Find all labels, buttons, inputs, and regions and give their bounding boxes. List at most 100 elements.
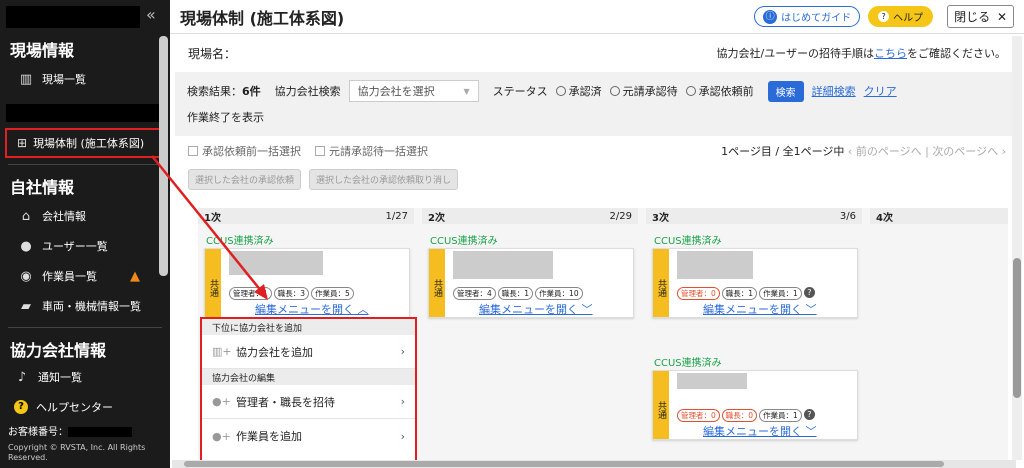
radio-icon: [685, 86, 696, 96]
close-icon: ✕: [996, 10, 1007, 24]
prev-page-link[interactable]: ‹ 前のページへ: [848, 145, 922, 158]
pager-text: 1ページ目 / 全1ページ中: [721, 145, 845, 158]
search-button[interactable]: 検索: [767, 80, 804, 102]
sidebar-item-help-center[interactable]: ? ヘルプセンター: [0, 392, 170, 422]
sidebar-item-notifications[interactable]: ♪ 通知一覧: [0, 362, 170, 392]
column-count: 1/27: [385, 210, 408, 222]
help-button-label: ヘルプ: [893, 13, 924, 24]
menu-item-label: 管理者・職長を招待: [236, 395, 335, 409]
edit-menu-toggle[interactable]: 編集メニューを開く ﹀: [703, 423, 817, 439]
redacted-bar: [6, 104, 162, 122]
member-counts: 管理者：0 職長：1 作業員：1 ?: [677, 287, 815, 300]
customer-number-label: お客様番号：: [8, 427, 68, 438]
user-icon: ●: [20, 238, 32, 254]
partner-select-placeholder: 協力会社を選択: [357, 85, 435, 98]
filter-row: 検索結果： 6件 協力会社検索 協力会社を選択 ▼ ステータス 承認済 元請承認…: [187, 78, 1003, 104]
add-worker-menu-item[interactable]: ●+ 作業員を追加 ›: [202, 419, 415, 453]
logo-redacted: [6, 6, 140, 28]
question-icon[interactable]: ?: [803, 409, 815, 420]
foreman-count: 職長：3: [273, 287, 310, 300]
request-approval-button[interactable]: 選択した会社の承認依頼: [188, 168, 302, 190]
status-radio-prime-waiting[interactable]: 元請承認待: [609, 83, 678, 99]
sidebar-item-label: 車両・機械情報一覧: [42, 300, 141, 313]
vertical-scrollbar[interactable]: [1012, 36, 1022, 460]
collapse-icon[interactable]: «: [146, 5, 156, 24]
next-page-link[interactable]: 次のページへ ›: [932, 145, 1006, 158]
invite-manager-menu-item[interactable]: ●+ 管理者・職長を招待 ›: [202, 385, 415, 419]
invite-link[interactable]: こちら: [874, 47, 907, 60]
edit-menu-toggle[interactable]: 編集メニューを開く ﹀: [479, 301, 593, 317]
org-chart-icon: ⊞: [17, 136, 28, 150]
sidebar-item-user-list[interactable]: ● ユーザー一覧: [0, 231, 170, 261]
edit-menu-label: 編集メニューを開く: [703, 425, 802, 438]
edit-menu-toggle[interactable]: 編集メニューを開く ︿: [255, 301, 369, 317]
horizontal-scrollbar[interactable]: [172, 460, 1016, 468]
question-icon[interactable]: ?: [803, 287, 815, 298]
result-count: 6件: [242, 85, 261, 98]
worker-icon: ◉: [20, 268, 32, 284]
guide-button[interactable]: ⓘ はじめてガイド: [754, 6, 861, 27]
help-icon: ?: [878, 11, 890, 22]
status-radio-approved[interactable]: 承認済: [555, 83, 602, 99]
shared-tag: 共通: [205, 249, 221, 317]
member-counts: 管理者：0 職長：0 作業員：1 ?: [677, 409, 815, 422]
invite-text-post: をご確認ください。: [907, 47, 1006, 60]
company-name-redacted: [677, 251, 753, 279]
partner-card[interactable]: 共通 管理者：0 職長：1 作業員：1 ? 編集メニューを開く ﹀: [652, 248, 858, 318]
sidebar-item-label: 作業員一覧: [42, 270, 97, 283]
scroll-thumb[interactable]: [1013, 258, 1021, 398]
sidebar-item-worker-list[interactable]: ◉ 作業員一覧 ▲: [0, 261, 170, 291]
add-partner-menu-item[interactable]: ▥+ 協力会社を追加 ›: [202, 335, 415, 369]
warning-icon: ▲: [130, 268, 140, 284]
sidebar-footer: ♪ 通知一覧 ? ヘルプセンター お客様番号： Copyright © RVST…: [0, 362, 170, 463]
help-button[interactable]: ? ヘルプ: [868, 6, 934, 27]
sidebar-item-label: 会社情報: [42, 210, 86, 223]
edit-menu-toggle[interactable]: 編集メニューを開く ﹀: [703, 301, 817, 317]
sidebar-scrollbar[interactable]: [159, 36, 168, 276]
clear-link[interactable]: クリア: [864, 83, 897, 99]
scroll-thumb[interactable]: [184, 461, 944, 467]
column-header-1: 1次 1/27: [198, 208, 414, 224]
divider: [8, 327, 162, 328]
partner-card[interactable]: 共通 管理者：0 職長：0 作業員：1 ? 編集メニューを開く ﹀: [652, 370, 858, 440]
section-partner-info: 協力会社情報: [10, 341, 107, 360]
menu-item-label: 作業員を追加: [236, 430, 302, 443]
sidebar-item-site-structure[interactable]: ⊞ 現場体制 (施工体系図): [5, 128, 166, 158]
guide-icon: ⓘ: [763, 9, 778, 24]
sidebar-item-site-list[interactable]: ▥ 現場一覧: [0, 64, 170, 94]
checkbox-label: 元請承認待一括選択: [329, 145, 428, 158]
show-finished-toggle[interactable]: 作業終了を表示: [187, 109, 264, 125]
detail-search-link[interactable]: 詳細検索: [812, 83, 856, 99]
menu-item-label: 協力会社を追加: [236, 345, 313, 359]
copyright: Copyright © RVSTA, Inc. All Rights Reser…: [8, 443, 146, 462]
checkbox-label: 承認依頼前一括選択: [202, 145, 301, 158]
edit-menu-dropdown: 下位に協力会社を追加 ▥+ 協力会社を追加 › 協力会社の編集 ●+ 管理者・職…: [200, 317, 417, 462]
next-page-label: 次のページへ: [932, 145, 999, 158]
select-before-request-checkbox[interactable]: 承認依頼前一括選択: [188, 143, 301, 159]
top-bar: 現場体制 (施工体系図) ⓘ はじめてガイド ? ヘルプ 閉じる ✕: [170, 0, 1024, 34]
site-row: 現場名： 協力会社/ユーザーの招待手順はこちらをご確認ください。: [170, 34, 1024, 72]
sidebar-item-company-info[interactable]: ⌂ 会社情報: [0, 201, 170, 231]
column-label: 4次: [876, 212, 893, 224]
shared-tag: 共通: [653, 371, 669, 439]
chevron-right-icon: ›: [400, 429, 405, 443]
sidebar-item-vehicle[interactable]: ▰ 車両・機械情報一覧: [0, 291, 170, 321]
select-prime-waiting-checkbox[interactable]: 元請承認待一括選択: [315, 143, 428, 159]
sidebar-item-label: ユーザー一覧: [42, 240, 108, 253]
sidebar-header: «: [0, 0, 170, 34]
partner-card[interactable]: 共通 管理者：1 職長：3 作業員：5 編集メニューを開く ︿: [204, 248, 410, 318]
manager-count: 管理者：0: [677, 409, 720, 422]
column-header-3: 3次 3/6: [646, 208, 862, 224]
close-button[interactable]: 閉じる ✕: [947, 5, 1014, 28]
customer-number-redacted: [68, 427, 132, 437]
cancel-approval-button[interactable]: 選択した会社の承認依頼取り消し: [309, 168, 459, 190]
company-name-redacted: [229, 251, 323, 275]
manager-count: 管理者：4: [453, 287, 496, 300]
column-count: 2/29: [609, 210, 632, 222]
foreman-count: 職長：1: [721, 287, 758, 300]
partner-select[interactable]: 協力会社を選択 ▼: [348, 80, 479, 102]
partner-card[interactable]: 共通 管理者：4 職長：1 作業員：10 編集メニューを開く ﹀: [428, 248, 634, 318]
company-icon: ⌂: [21, 208, 31, 224]
sidebar-item-label: 現場一覧: [42, 73, 86, 86]
status-radio-before-request[interactable]: 承認依頼前: [685, 83, 754, 99]
